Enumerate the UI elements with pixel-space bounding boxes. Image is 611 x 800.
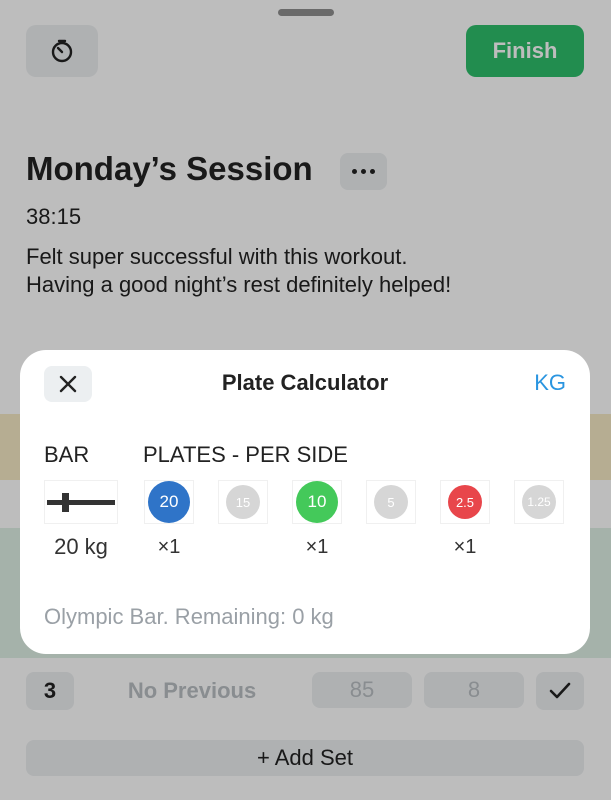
rest-timer-button[interactable] <box>26 25 98 77</box>
reps-input[interactable]: 8 <box>424 672 524 708</box>
plate-disc: 5 <box>374 485 408 519</box>
more-icon <box>352 169 357 174</box>
unit-toggle[interactable]: KG <box>534 370 566 396</box>
plate-15-cell[interactable]: 15 <box>218 480 268 524</box>
add-set-button[interactable]: + Add Set <box>26 740 584 776</box>
plate-10-cell[interactable]: 10 <box>292 480 342 524</box>
set-number-button[interactable]: 3 <box>26 672 74 710</box>
set-row: 3 No Previous 85 8 <box>0 672 611 712</box>
plate-disc: 15 <box>226 485 260 519</box>
finish-button[interactable]: Finish <box>466 25 584 77</box>
more-icon <box>361 169 366 174</box>
bar-header: BAR <box>44 442 90 467</box>
bar-selector[interactable] <box>44 480 118 524</box>
plate-count: ×1 <box>305 536 329 558</box>
more-icon <box>370 169 375 174</box>
plates-header: PLATES - PER SIDE <box>143 442 348 467</box>
timer-icon <box>51 39 73 63</box>
plate-1-25-cell[interactable]: 1.25 <box>514 480 564 524</box>
previous-value: No Previous <box>127 678 257 703</box>
plate-disc: 2.5 <box>448 485 482 519</box>
sheet-grabber[interactable] <box>278 9 334 16</box>
plate-disc: 10 <box>296 481 338 523</box>
session-duration: 38:15 <box>26 204 82 229</box>
plate-20-cell[interactable]: 20 <box>144 480 194 524</box>
plate-count: ×1 <box>157 536 181 558</box>
plate-disc: 20 <box>148 481 190 523</box>
weight-input[interactable]: 85 <box>312 672 412 708</box>
notes-line: Having a good night’s rest definitely he… <box>26 272 452 297</box>
plate-2-5-cell[interactable]: 2.5 <box>440 480 490 524</box>
checkmark-icon <box>549 682 571 699</box>
barbell-icon <box>47 493 115 512</box>
plate-count: ×1 <box>453 536 477 558</box>
plate-disc: 1.25 <box>522 485 556 519</box>
plate-5-cell[interactable]: 5 <box>366 480 416 524</box>
session-title[interactable]: Monday’s Session <box>26 150 313 188</box>
bar-weight: 20 kg <box>54 534 108 559</box>
complete-set-button[interactable] <box>536 672 584 710</box>
session-notes[interactable]: Felt super successful with this workout.… <box>26 243 586 299</box>
notes-line: Felt super successful with this workout. <box>26 244 408 269</box>
plate-calculator-modal: Plate Calculator KG BAR PLATES - PER SID… <box>20 350 590 654</box>
more-options-button[interactable] <box>340 153 387 190</box>
modal-title: Plate Calculator <box>221 370 389 395</box>
remaining-weight: Olympic Bar. Remaining: 0 kg <box>44 604 334 629</box>
